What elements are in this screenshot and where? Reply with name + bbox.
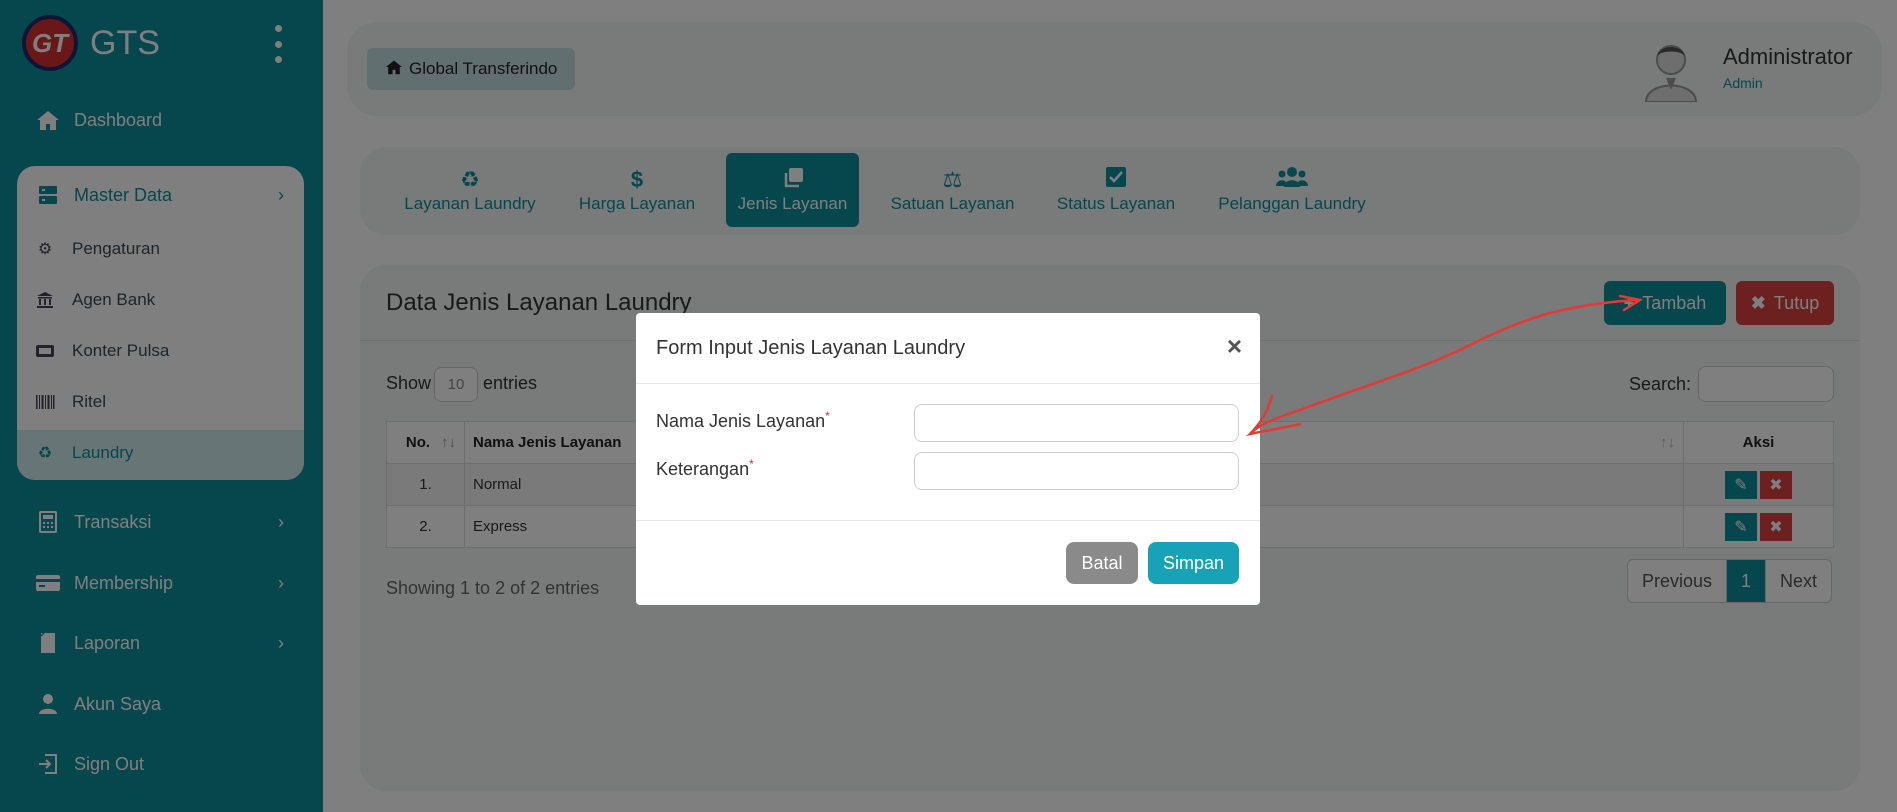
required-mark: * xyxy=(749,457,754,471)
modal-footer-divider xyxy=(636,520,1260,521)
field-label-text: Nama Jenis Layanan xyxy=(656,411,826,431)
input-modal: Form Input Jenis Layanan Laundry × Nama … xyxy=(636,313,1260,605)
modal-close-icon[interactable]: × xyxy=(1227,331,1242,362)
save-button[interactable]: Simpan xyxy=(1148,542,1239,584)
cancel-button[interactable]: Batal xyxy=(1066,542,1138,584)
field-label-text: Keterangan xyxy=(656,459,750,479)
field-label-nama: Nama Jenis Layanan* xyxy=(656,409,830,432)
nama-jenis-layanan-input[interactable] xyxy=(914,404,1239,442)
required-mark: * xyxy=(825,409,830,423)
field-label-keterangan: Keterangan* xyxy=(656,457,754,480)
modal-header-divider xyxy=(636,383,1260,384)
keterangan-input[interactable] xyxy=(914,452,1239,490)
modal-title: Form Input Jenis Layanan Laundry xyxy=(656,337,966,359)
